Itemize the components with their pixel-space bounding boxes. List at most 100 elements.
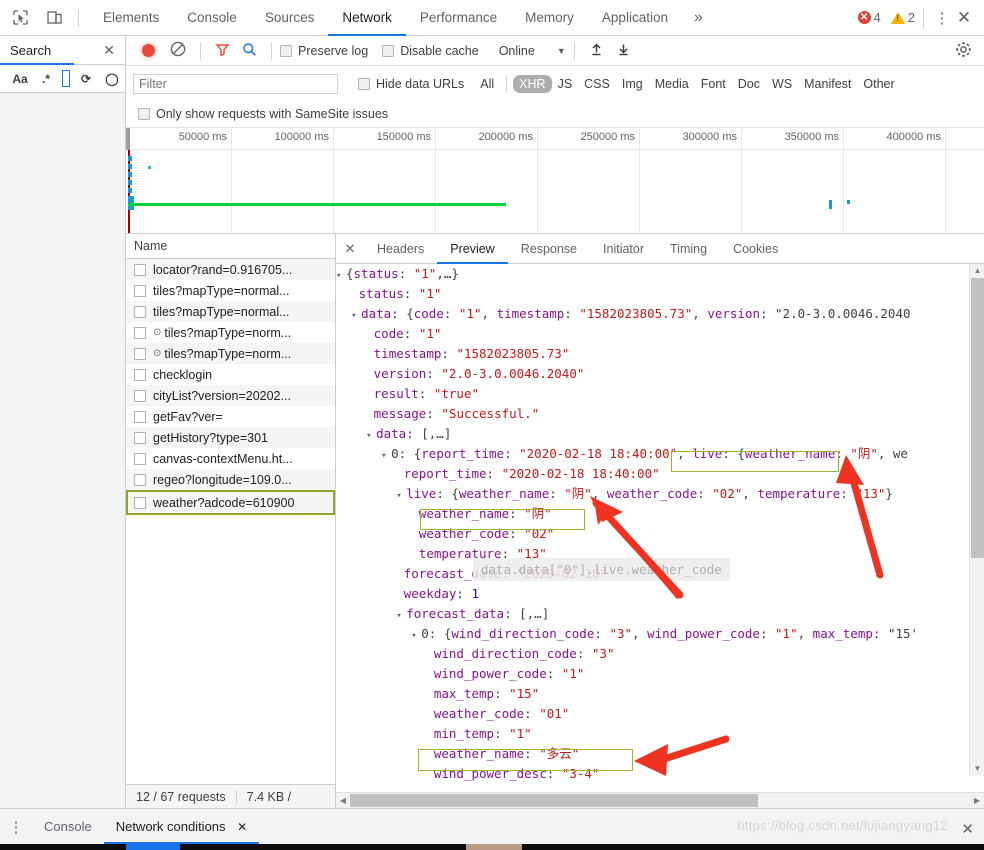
json-line[interactable]: ▾ 0: {wind_direction_code: "3", wind_powe…	[336, 624, 984, 644]
json-line[interactable]: ▾ data: [,…]	[336, 424, 984, 444]
import-har-icon[interactable]	[589, 42, 604, 60]
disable-cache-checkbox[interactable]: Disable cache	[382, 44, 493, 58]
request-row[interactable]: locator?rand=0.916705...	[126, 259, 335, 280]
request-row[interactable]: weather?adcode=610900	[126, 490, 335, 515]
json-line[interactable]: message: "Successful."	[336, 404, 984, 424]
export-har-icon[interactable]	[616, 42, 631, 60]
tab-performance[interactable]: Performance	[406, 0, 511, 36]
request-row[interactable]: tiles?mapType=normal...	[126, 301, 335, 322]
drawer-tab-close-icon[interactable]: ✕	[237, 820, 247, 834]
filter-media[interactable]: Media	[649, 75, 695, 93]
filter-xhr[interactable]: XHR	[513, 74, 552, 93]
json-line[interactable]: wind_direction_code: "3"	[336, 644, 984, 664]
tab-preview[interactable]: Preview	[437, 234, 508, 264]
close-devtools-icon[interactable]: ✕	[952, 8, 976, 28]
tab-headers[interactable]: Headers	[364, 234, 437, 264]
close-detail-panel-icon[interactable]: ✕	[336, 241, 364, 257]
tab-elements[interactable]: Elements	[89, 0, 173, 36]
filter-input[interactable]	[133, 73, 338, 94]
search-icon[interactable]	[242, 42, 257, 60]
scroll-down-icon[interactable]: ▼	[970, 762, 984, 776]
json-line[interactable]: ▾ data: {code: "1", timestamp: "158202380…	[336, 304, 984, 324]
json-line[interactable]: ▾ forecast_data: [,…]	[336, 604, 984, 624]
json-preview-tree[interactable]: ▾ {status: "1",…} status: "1" ▾ data: {cod…	[336, 264, 984, 792]
request-row[interactable]: ⊙ tiles?mapType=norm...	[126, 322, 335, 343]
request-row[interactable]: getFav?ver=	[126, 406, 335, 427]
json-line[interactable]: version: "2.0-3.0.0046.2040"	[336, 364, 984, 384]
drawer-tab-network-conditions[interactable]: Network conditions ✕	[103, 809, 260, 845]
main-menu-kebab-icon[interactable]: ⋮	[932, 9, 952, 27]
json-line[interactable]: weather_code: "01"	[336, 704, 984, 724]
search-panel-close-icon[interactable]: ✕	[103, 42, 125, 59]
scroll-left-icon[interactable]: ◀	[336, 793, 350, 809]
scroll-up-icon[interactable]: ▲	[970, 264, 984, 278]
filter-funnel-icon[interactable]	[215, 42, 230, 60]
json-line[interactable]: weather_code: "02"	[336, 524, 984, 544]
drawer-menu-kebab-icon[interactable]: ⋮	[0, 818, 32, 836]
filter-ws[interactable]: WS	[766, 75, 798, 93]
record-button[interactable]	[142, 44, 155, 57]
json-line[interactable]: wind_power_desc: "3-4"	[336, 764, 984, 784]
filter-manifest[interactable]: Manifest	[798, 75, 857, 93]
settings-gear-icon[interactable]	[955, 41, 972, 61]
json-line[interactable]: code: "1"	[336, 324, 984, 344]
request-row[interactable]: cityList?version=20202...	[126, 385, 335, 406]
clear-button[interactable]	[170, 41, 186, 60]
samesite-checkbox[interactable]: Only show requests with SameSite issues	[138, 107, 402, 121]
request-row[interactable]: checklogin	[126, 364, 335, 385]
request-row[interactable]: ⊙ tiles?mapType=norm...	[126, 343, 335, 364]
error-badge[interactable]: ✕ 4	[857, 10, 881, 25]
scrollbar-thumb[interactable]	[350, 794, 758, 807]
request-row[interactable]: tiles?mapType=normal...	[126, 280, 335, 301]
json-line[interactable]: weather_name: "阴"	[336, 504, 984, 524]
scrollbar-thumb[interactable]	[971, 278, 984, 558]
tab-timing[interactable]: Timing	[657, 234, 720, 264]
tab-cookies[interactable]: Cookies	[720, 234, 791, 264]
json-line[interactable]: result: "true"	[336, 384, 984, 404]
drawer-close-icon[interactable]: ✕	[961, 820, 974, 838]
request-row[interactable]: canvas-contextMenu.ht...	[126, 448, 335, 469]
json-line[interactable]: wind_power_code: "1"	[336, 664, 984, 684]
refresh-icon[interactable]: ⟳	[74, 68, 98, 90]
filter-css[interactable]: CSS	[578, 75, 616, 93]
filter-js[interactable]: JS	[552, 75, 579, 93]
inspect-icon[interactable]	[6, 4, 34, 32]
more-tabs-chevron-icon[interactable]: »	[682, 0, 715, 36]
device-toolbar-icon[interactable]	[40, 4, 68, 32]
request-row[interactable]: getHistory?type=301	[126, 427, 335, 448]
filter-all[interactable]: All	[474, 75, 500, 93]
json-vertical-scrollbar[interactable]: ▲ ▼	[969, 264, 984, 776]
json-line[interactable]: max_temp: "15"	[336, 684, 984, 704]
tab-memory[interactable]: Memory	[511, 0, 588, 36]
tab-initiator[interactable]: Initiator	[590, 234, 657, 264]
tab-application[interactable]: Application	[588, 0, 682, 36]
json-line[interactable]: ▾ 0: {report_time: "2020-02-18 18:40:00",…	[336, 444, 984, 464]
filter-font[interactable]: Font	[695, 75, 732, 93]
throttling-select[interactable]: Online ▼	[493, 44, 566, 58]
json-line[interactable]: ▾ {status: "1",…}	[336, 264, 984, 284]
json-line[interactable]: report_time: "2020-02-18 18:40:00"	[336, 464, 984, 484]
filter-img[interactable]: Img	[616, 75, 649, 93]
json-line[interactable]: ▾ live: {weather_name: "阴", weather_code:…	[336, 484, 984, 504]
clear-icon[interactable]: ◯	[100, 68, 124, 90]
filter-other[interactable]: Other	[857, 75, 900, 93]
tab-sources[interactable]: Sources	[251, 0, 329, 36]
json-horizontal-scrollbar[interactable]: ◀ ▶	[336, 792, 984, 808]
json-line[interactable]: min_temp: "1"	[336, 724, 984, 744]
tab-network[interactable]: Network	[328, 0, 406, 36]
tab-response[interactable]: Response	[508, 234, 590, 264]
hide-data-urls-checkbox[interactable]: Hide data URLs	[358, 77, 472, 91]
filter-doc[interactable]: Doc	[732, 75, 766, 93]
drawer-tab-console[interactable]: Console	[32, 809, 104, 845]
regex-button[interactable]: .*	[34, 68, 58, 90]
search-input[interactable]	[62, 70, 70, 87]
json-line[interactable]: weekday: 1	[336, 584, 984, 604]
json-line[interactable]: timestamp: "1582023805.73"	[336, 344, 984, 364]
scroll-right-icon[interactable]: ▶	[970, 793, 984, 809]
json-line[interactable]: status: "1"	[336, 284, 984, 304]
tab-console[interactable]: Console	[173, 0, 251, 36]
preserve-log-checkbox[interactable]: Preserve log	[280, 44, 382, 58]
request-row[interactable]: regeo?longitude=109.0...	[126, 469, 335, 490]
match-case-button[interactable]: Aa	[8, 68, 32, 90]
request-list-column-header[interactable]: Name	[126, 234, 335, 259]
